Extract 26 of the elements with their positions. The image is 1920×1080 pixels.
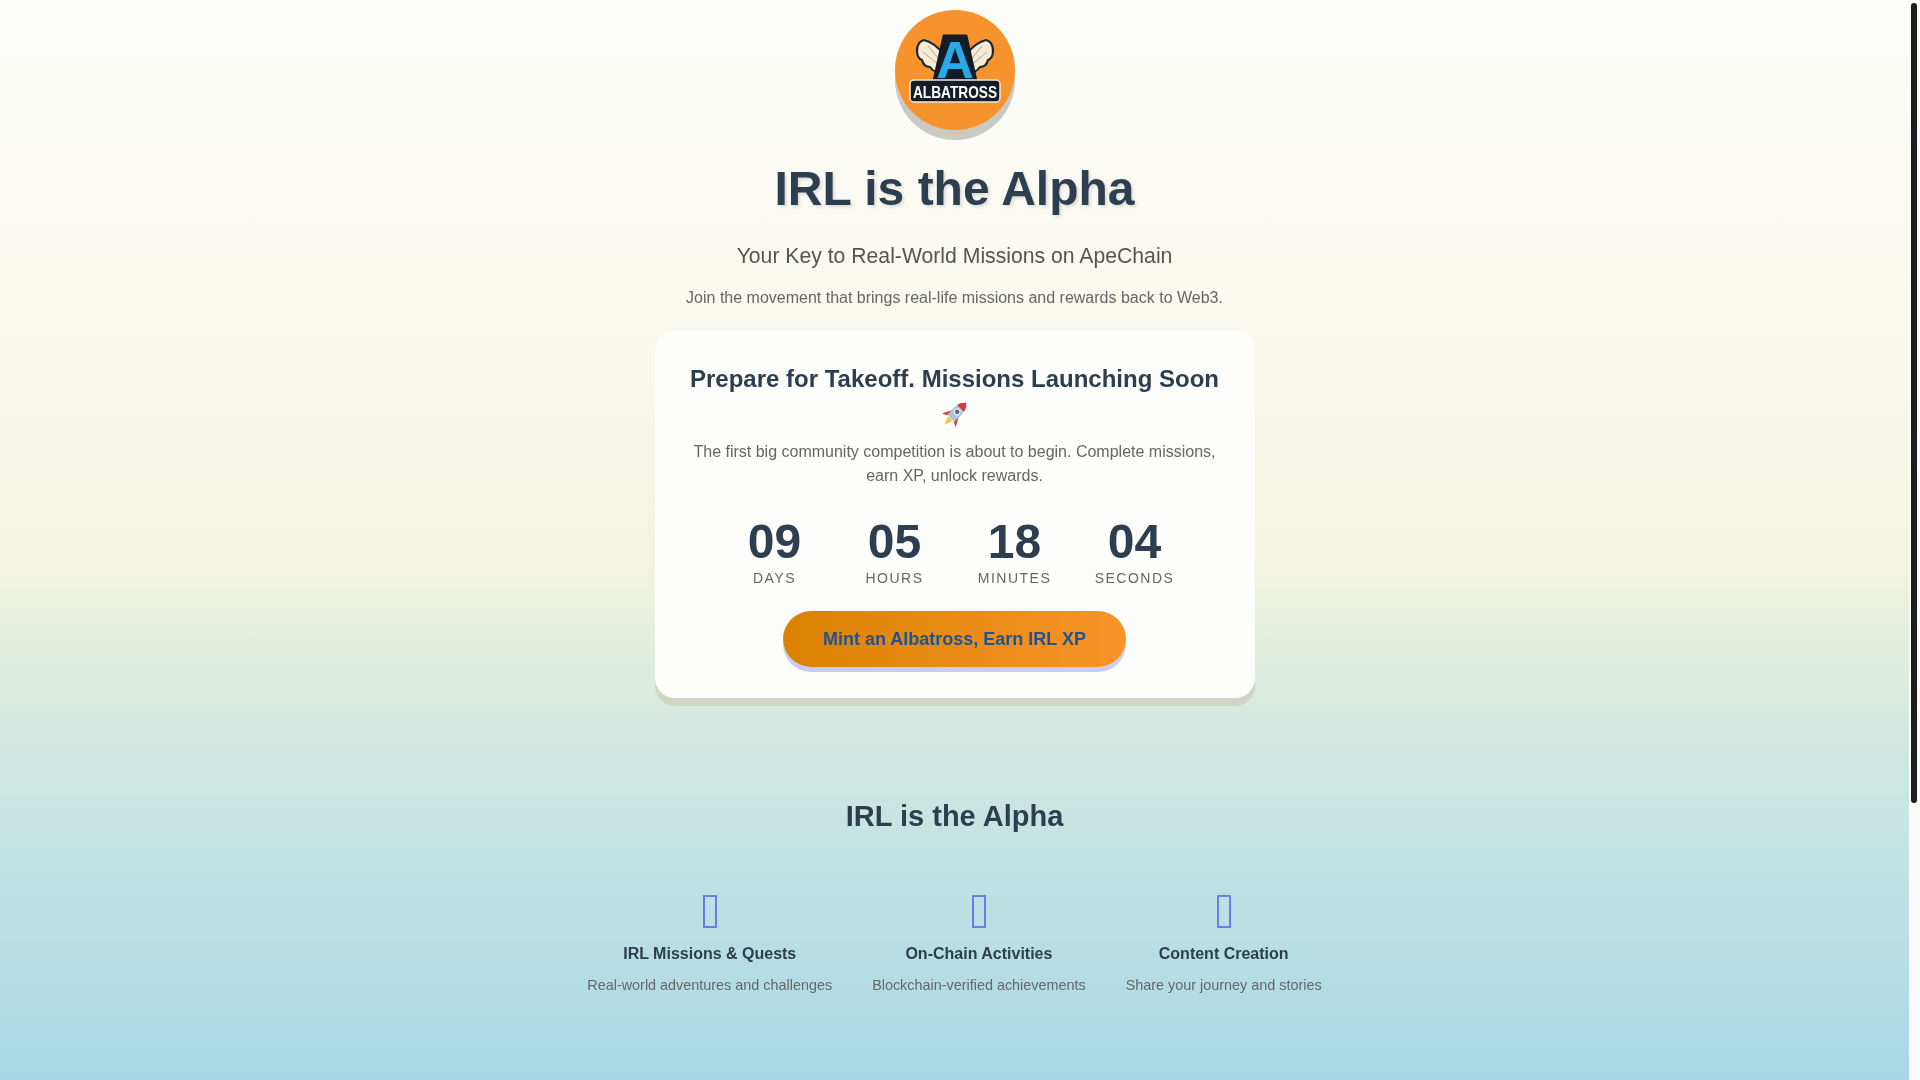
scrollbar-thumb[interactable] [1911, 3, 1917, 803]
page-title: IRL is the Alpha [774, 161, 1135, 217]
rocket-icon [940, 400, 969, 429]
countdown-value: 05 [867, 518, 922, 567]
card-text: The first big community competition is about to begin. Complete missions, earn XP, unlock rewards. [692, 442, 1217, 487]
albatross-logo: A ALBATROSS [894, 10, 1015, 142]
feature-title: On-Chain Activities [905, 944, 1053, 965]
intro-text: Join the movement that brings real-life missions and rewards back to Web3. [686, 288, 1223, 309]
feature-description: Share your journey and stories [1125, 976, 1322, 996]
countdown-value: 04 [1107, 518, 1162, 567]
feature-description: Blockchain-verified achievements [872, 976, 1086, 996]
missing-glyph-icon [971, 895, 986, 929]
feature-title: Content Creation [1158, 944, 1289, 965]
countdown-unit-label: SECONDS [1094, 569, 1175, 588]
countdown-unit-label: MINUTES [977, 569, 1052, 588]
missing-glyph-icon [702, 895, 717, 929]
feature-title: IRL Missions & Quests [623, 944, 797, 965]
countdown-unit-label: DAYS [752, 569, 797, 588]
missing-glyph-icon [1216, 895, 1231, 929]
page-subtitle: Your Key to Real-World Missions on ApeChain [736, 242, 1173, 270]
countdown-value: 18 [987, 518, 1042, 567]
card-heading: Prepare for Takeoff. Missions Launching Soon [690, 364, 1219, 395]
feature-description: Real-world adventures and challenges [587, 976, 833, 996]
section-title: IRL is the Alpha [845, 799, 1064, 835]
countdown-value: 09 [747, 518, 802, 567]
countdown-unit-label: HOURS [865, 569, 924, 588]
